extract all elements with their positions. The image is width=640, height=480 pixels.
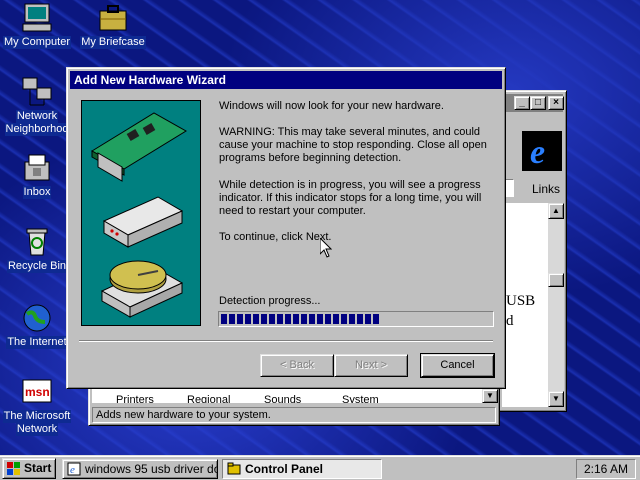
network-neighborhood-icon	[21, 76, 53, 108]
recycle-bin-icon	[21, 226, 53, 258]
progress-block	[365, 314, 371, 324]
windows-logo-icon	[7, 462, 21, 476]
progress-block	[293, 314, 299, 324]
progress-block	[221, 314, 227, 324]
scroll-down-icon[interactable]: ▼	[482, 389, 498, 403]
progress-block	[317, 314, 323, 324]
svg-text:msn: msn	[25, 385, 50, 399]
progress-block	[357, 314, 363, 324]
progress-block	[245, 314, 251, 324]
wizard-warning: WARNING: This may take several minutes, …	[219, 126, 487, 164]
mouse-pointer-icon	[319, 236, 333, 258]
cp-item-sounds[interactable]: Sounds	[264, 395, 301, 403]
progress-block	[309, 314, 315, 324]
desktop-icon-the-internet[interactable]: The Internet	[0, 302, 74, 349]
ie-logo-icon: e	[522, 131, 562, 171]
progress-fill	[221, 314, 491, 324]
ie-titlebar[interactable]: _ □ ×	[501, 94, 564, 112]
progress-block	[229, 314, 235, 324]
wizard-title: Add New Hardware Wizard	[74, 73, 226, 87]
desktop-icon-label: My Computer	[2, 36, 72, 49]
detection-progress-bar	[218, 311, 494, 327]
progress-block	[301, 314, 307, 324]
desktop-icon-inbox[interactable]: Inbox	[0, 152, 74, 199]
cancel-button[interactable]: Cancel	[420, 353, 495, 378]
wizard-continue: To continue, click Next.	[219, 231, 332, 243]
scroll-up-icon[interactable]: ▲	[548, 203, 564, 219]
progress-block	[237, 314, 243, 324]
progress-block	[285, 314, 291, 324]
progress-block	[341, 314, 347, 324]
ie-content-text: d	[506, 313, 514, 329]
hardware-illustration-icon	[91, 112, 187, 318]
start-label: Start	[24, 461, 52, 475]
taskbar-button-control-panel[interactable]: Control Panel	[222, 459, 382, 479]
wizard-detection-info: While detection is in progress, you will…	[219, 179, 482, 217]
task-label: windows 95 usb driver do...	[85, 462, 218, 476]
status-text: Adds new hardware to your system.	[96, 409, 271, 421]
desktop-icon-label: The Microsoft	[2, 410, 72, 423]
clock-time: 2:16 AM	[583, 462, 629, 476]
minimize-button[interactable]: _	[514, 96, 530, 110]
ie-content-area: USB d	[502, 203, 548, 407]
progress-block	[269, 314, 275, 324]
desktop-icon-label: The Internet	[6, 336, 68, 349]
internet-explorer-window[interactable]: _ □ × e Links USB d ▲ ▼	[497, 90, 567, 412]
vertical-scrollbar[interactable]: ▲ ▼	[548, 203, 564, 407]
desktop-icon-label: Network	[15, 423, 59, 436]
ie-page-icon: e	[67, 462, 81, 476]
back-button[interactable]: < Back	[260, 354, 334, 377]
my-computer-icon	[21, 2, 53, 34]
progress-block	[349, 314, 355, 324]
cp-item-regional[interactable]: Regional	[187, 395, 230, 403]
desktop-icon-my-computer[interactable]: My Computer	[0, 2, 74, 49]
start-button[interactable]: Start	[2, 458, 56, 479]
msn-icon: msn	[21, 376, 53, 408]
inbox-icon	[21, 152, 53, 184]
desktop: My Computer My Briefcase Network Neighbo…	[0, 0, 640, 455]
taskbar-button-ie[interactable]: e windows 95 usb driver do...	[62, 459, 218, 479]
briefcase-icon	[97, 2, 129, 34]
wizard-intro: Windows will now look for your new hardw…	[219, 100, 444, 112]
links-label[interactable]: Links	[532, 182, 560, 196]
desktop-icon-msn[interactable]: msn The Microsoft Network	[0, 376, 74, 436]
status-bar: Adds new hardware to your system.	[92, 407, 496, 423]
desktop-icon-my-briefcase[interactable]: My Briefcase	[76, 2, 150, 49]
progress-block	[261, 314, 267, 324]
progress-block	[373, 314, 379, 324]
cp-item-system[interactable]: System	[342, 395, 379, 403]
folder-icon	[227, 462, 241, 476]
svg-text:e: e	[530, 134, 545, 171]
internet-icon	[21, 302, 53, 334]
desktop-icon-label: Neighborhoo	[4, 123, 70, 136]
wizard-titlebar[interactable]: Add New Hardware Wizard	[70, 71, 502, 89]
next-button[interactable]: Next >	[334, 354, 408, 377]
desktop-icon-label: Inbox	[22, 186, 52, 199]
cp-item-printers[interactable]: Printers	[116, 395, 154, 403]
scroll-thumb[interactable]	[548, 273, 564, 287]
progress-block	[253, 314, 259, 324]
ie-content-text: USB	[506, 293, 536, 309]
taskbar: Start e windows 95 usb driver do... Cont…	[0, 455, 640, 480]
progress-block	[277, 314, 283, 324]
progress-label: Detection progress...	[219, 295, 321, 307]
desktop-icon-recycle-bin[interactable]: Recycle Bin	[0, 226, 74, 273]
scroll-down-icon[interactable]: ▼	[548, 391, 564, 407]
progress-block	[333, 314, 339, 324]
add-new-hardware-wizard[interactable]: Add New Hardware Wizard Windows will now…	[66, 67, 506, 389]
desktop-icon-label: My Briefcase	[80, 36, 146, 49]
maximize-button[interactable]: □	[530, 96, 546, 110]
wizard-illustration	[81, 100, 201, 326]
wizard-divider	[79, 340, 493, 342]
desktop-icon-label: Network	[15, 110, 59, 123]
desktop-icon-label: Recycle Bin	[6, 260, 68, 273]
system-tray-clock[interactable]: 2:16 AM	[576, 459, 636, 479]
close-button[interactable]: ×	[548, 96, 564, 110]
svg-text:e: e	[70, 464, 75, 476]
desktop-icon-network-neighborhood[interactable]: Network Neighborhoo	[0, 76, 74, 136]
task-label: Control Panel	[245, 462, 324, 476]
progress-block	[325, 314, 331, 324]
